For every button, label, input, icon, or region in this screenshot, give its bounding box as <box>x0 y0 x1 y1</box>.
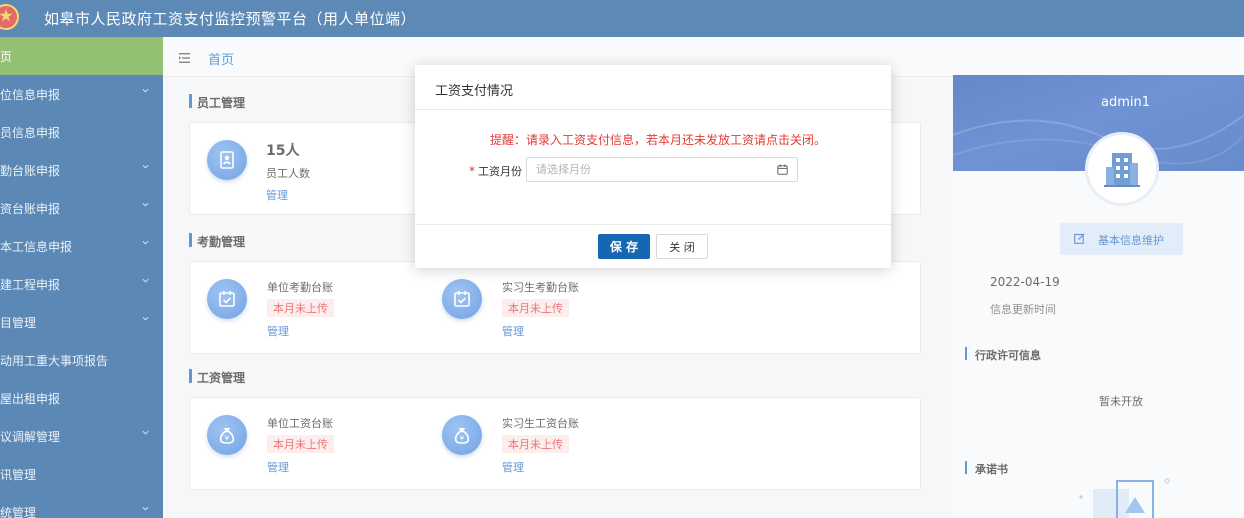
dialog-title: 工资支付情况 <box>435 84 514 99</box>
dialog-header: 工资支付情况 <box>415 65 891 110</box>
close-button[interactable]: 关 闭 <box>656 234 708 259</box>
salary-month-label: 工资月份 <box>478 165 522 178</box>
calendar-icon[interactable] <box>777 164 788 175</box>
save-button[interactable]: 保 存 <box>598 234 650 259</box>
dialog-warning: 提醒：请录入工资支付信息，若本月还未发放工资请点击关闭。 <box>490 133 827 147</box>
salary-payment-dialog: 工资支付情况 提醒：请录入工资支付信息，若本月还未发放工资请点击关闭。 * 工资… <box>415 65 891 268</box>
salary-month-input[interactable] <box>526 157 798 182</box>
required-mark: * <box>469 164 475 178</box>
dialog-footer: 保 存 关 闭 <box>415 224 891 268</box>
